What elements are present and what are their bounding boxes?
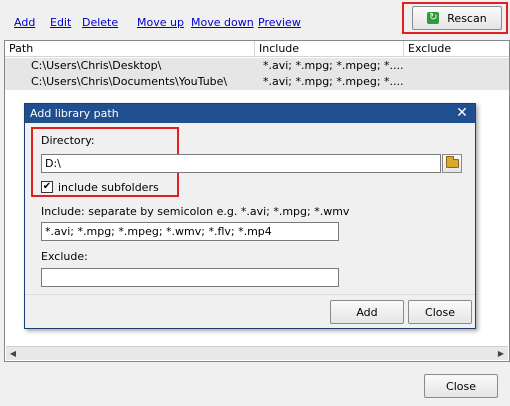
row-include: *.avi; *.mpg; *.mpeg; *.... bbox=[263, 59, 404, 72]
dialog-close-button[interactable]: Close bbox=[408, 300, 472, 324]
exclude-label: Exclude: bbox=[41, 250, 88, 263]
scroll-right-icon[interactable]: ▶ bbox=[494, 348, 508, 360]
directory-label: Directory: bbox=[41, 134, 95, 147]
refresh-icon: ↻ bbox=[427, 12, 440, 24]
folder-icon bbox=[445, 156, 459, 168]
row-path: C:\Users\Chris\Documents\YouTube\ bbox=[31, 75, 228, 88]
browse-folder-button[interactable] bbox=[442, 154, 462, 173]
column-header-exclude[interactable]: Exclude bbox=[404, 41, 509, 57]
directory-field[interactable]: D:\ bbox=[41, 154, 441, 173]
include-field[interactable]: *.avi; *.mpg; *.mpeg; *.wmv; *.flv; *.mp… bbox=[41, 222, 339, 241]
include-label: Include: separate by semicolon e.g. *.av… bbox=[41, 205, 350, 218]
row-path: C:\Users\Chris\Desktop\ bbox=[31, 59, 162, 72]
preview-link[interactable]: Preview bbox=[258, 16, 301, 29]
scroll-left-icon[interactable]: ◀ bbox=[6, 348, 20, 360]
add-link[interactable]: Add bbox=[14, 16, 35, 29]
column-header-path[interactable]: Path bbox=[5, 41, 255, 57]
close-button[interactable]: Close bbox=[424, 374, 498, 398]
include-subfolders-checkbox[interactable]: ✔ bbox=[41, 181, 53, 193]
row-include: *.avi; *.mpg; *.mpeg; *.... bbox=[263, 75, 404, 88]
move-down-link[interactable]: Move down bbox=[191, 16, 254, 29]
rescan-label: Rescan bbox=[447, 11, 487, 25]
edit-link[interactable]: Edit bbox=[50, 16, 71, 29]
close-icon[interactable]: ✕ bbox=[455, 104, 469, 123]
move-up-link[interactable]: Move up bbox=[137, 16, 184, 29]
delete-link[interactable]: Delete bbox=[82, 16, 118, 29]
toolbar: Add Edit Delete Move up Move down Previe… bbox=[0, 0, 510, 40]
rescan-button[interactable]: ↻ Rescan bbox=[412, 6, 502, 30]
list-header: Path Include Exclude bbox=[5, 41, 509, 57]
column-header-include[interactable]: Include bbox=[255, 41, 404, 57]
table-row[interactable]: C:\Users\Chris\Desktop\ *.avi; *.mpg; *.… bbox=[5, 58, 509, 74]
dialog-add-button[interactable]: Add bbox=[330, 300, 404, 324]
horizontal-scrollbar[interactable]: ◀ ▶ bbox=[6, 346, 508, 360]
dialog-title: Add library path bbox=[25, 104, 475, 123]
add-library-path-dialog: Add library path ✕ Directory: D:\ ✔ incl… bbox=[24, 103, 476, 329]
exclude-field[interactable] bbox=[41, 268, 339, 287]
table-row[interactable]: C:\Users\Chris\Documents\YouTube\ *.avi;… bbox=[5, 74, 509, 90]
include-subfolders-label: include subfolders bbox=[58, 181, 159, 194]
